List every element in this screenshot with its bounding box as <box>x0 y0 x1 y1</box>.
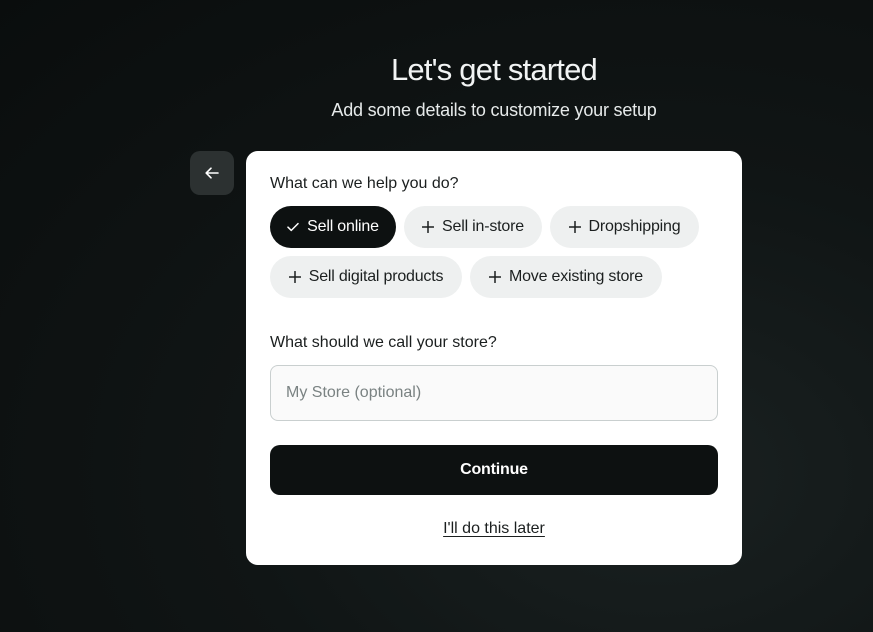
later-link-row: I'll do this later <box>246 520 742 538</box>
continue-button[interactable]: Continue <box>270 445 718 495</box>
option-label: Sell in-store <box>442 218 524 235</box>
plus-icon <box>422 221 435 233</box>
option-dropshipping[interactable]: Dropshipping <box>550 206 699 248</box>
option-label: Move existing store <box>508 268 644 285</box>
store-name-input[interactable] <box>270 365 718 421</box>
option-label: Sell digital products <box>308 268 444 285</box>
page-subtitle: Add some details to customize your setup <box>331 100 657 120</box>
option-label: Dropshipping <box>588 218 681 235</box>
plus-icon <box>488 271 501 283</box>
do-later-link[interactable]: I'll do this later <box>443 520 545 537</box>
setup-card: What can we help you do? Sell online Sel… <box>246 151 742 565</box>
back-button[interactable] <box>190 151 234 195</box>
help-question-label: What can we help you do? <box>270 175 459 192</box>
option-sell-online[interactable]: Sell online <box>270 206 396 248</box>
arrow-left-icon <box>205 167 219 179</box>
plus-icon <box>288 271 301 283</box>
check-icon <box>287 222 299 232</box>
plus-icon <box>568 221 581 233</box>
option-label: Sell online <box>307 218 379 235</box>
store-name-label: What should we call your store? <box>270 334 497 351</box>
option-sell-in-store[interactable]: Sell in-store <box>404 206 542 248</box>
option-move-existing-store[interactable]: Move existing store <box>470 256 662 298</box>
page-title: Let's get started <box>390 52 598 87</box>
option-sell-digital-products[interactable]: Sell digital products <box>270 256 462 298</box>
